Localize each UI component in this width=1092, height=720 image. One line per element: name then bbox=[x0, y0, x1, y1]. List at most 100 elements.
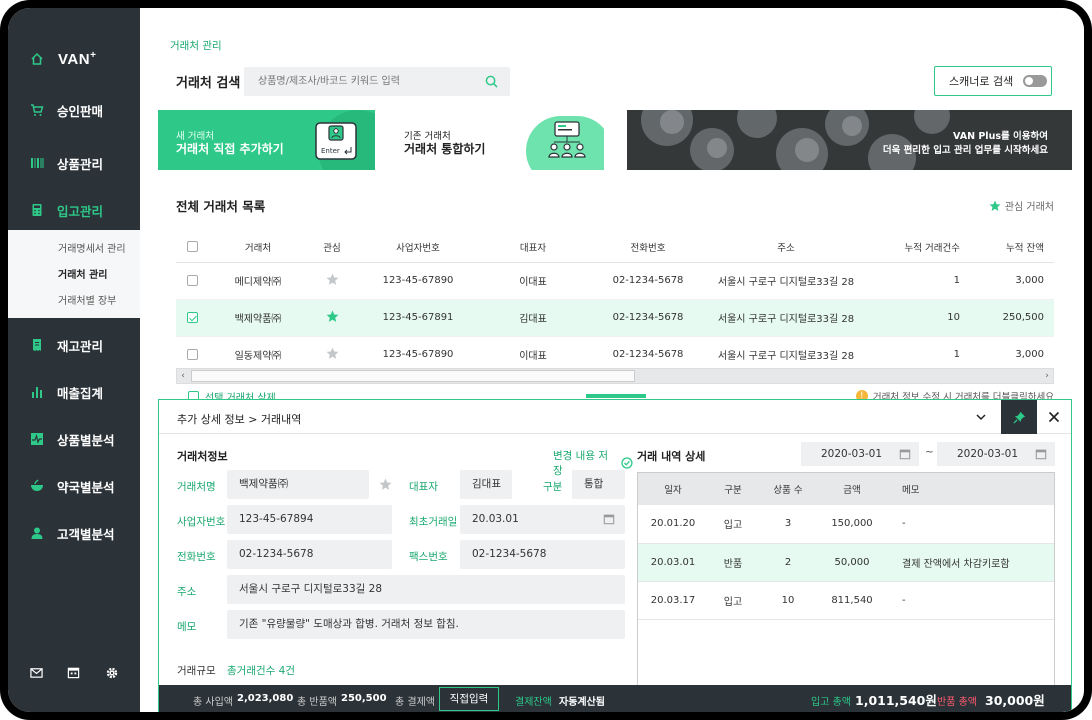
nav-receiving[interactable]: 입고관리 bbox=[8, 198, 140, 222]
horizontal-scrollbar[interactable]: ‹ › bbox=[176, 368, 1054, 384]
col-header[interactable]: 전화번호 bbox=[586, 232, 710, 263]
row-check-cell bbox=[176, 262, 208, 300]
history-type: 입고 bbox=[708, 505, 758, 544]
row-checkbox[interactable] bbox=[186, 274, 198, 286]
scrollbar-thumb[interactable] bbox=[191, 370, 635, 382]
direct-input-button[interactable]: 직접입력 bbox=[439, 687, 499, 711]
calendar-icon[interactable] bbox=[899, 448, 911, 460]
nav-products[interactable]: 상품관리 bbox=[8, 151, 140, 175]
nav-receiving-label: 입고관리 bbox=[57, 203, 104, 219]
biz-number-field[interactable]: 123-45-67894 bbox=[227, 505, 392, 534]
history-amount: 50,000 bbox=[818, 543, 886, 582]
search-icon[interactable] bbox=[485, 75, 498, 88]
subnav-item-statements[interactable]: 거래명세서 관리 bbox=[58, 240, 126, 255]
table-row[interactable]: 메디제약㈜ 123-45-67890 이대표 02-1234-5678 서울시 … bbox=[176, 262, 1054, 300]
history-table-wrap: 일자 구분 상품 수 금액 메모 20.01.20 입고 3 150,000 -… bbox=[637, 472, 1055, 692]
col-header[interactable]: 금액 bbox=[818, 473, 886, 505]
bowl-icon bbox=[30, 479, 44, 493]
nav-pharmacy-analysis[interactable]: 약국별분석 bbox=[8, 474, 140, 498]
fax-field[interactable]: 02-1234-5678 bbox=[460, 540, 625, 569]
merge-vendor-card[interactable]: 기존 거래처 거래처 통합하기 bbox=[386, 110, 604, 170]
col-header[interactable]: 메모 bbox=[886, 473, 1054, 505]
ceo-field[interactable]: 김대표 bbox=[460, 470, 512, 499]
col-header[interactable]: 누적 잔액 bbox=[970, 232, 1054, 263]
first-trade-field[interactable]: 20.03.01 bbox=[460, 505, 625, 534]
nav-sales[interactable]: 승인판매 bbox=[8, 98, 140, 122]
home-icon[interactable] bbox=[30, 52, 44, 66]
collapse-button[interactable] bbox=[963, 400, 999, 434]
table-row[interactable]: 20.03.17 입고 10 811,540 - bbox=[638, 581, 1054, 620]
enter-key-icon: Enter bbox=[315, 122, 357, 160]
trade-count: 1 bbox=[862, 262, 970, 300]
memo-label: 메모 bbox=[177, 621, 197, 633]
col-header[interactable]: 일자 bbox=[638, 473, 708, 505]
history-date: 20.01.20 bbox=[638, 505, 708, 544]
banner-line-1: VAN Plus를 이용하여 bbox=[953, 131, 1048, 142]
close-button[interactable] bbox=[1036, 400, 1072, 434]
nav-inventory-label: 재고관리 bbox=[57, 338, 104, 354]
vendor-table-header: 거래처 관심 사업자번호 대표자 전화번호 주소 누적 거래건수 누적 잔액 bbox=[176, 232, 1054, 263]
gear-icon[interactable] bbox=[105, 666, 119, 680]
vendor-name-field[interactable]: 백제약품㈜ bbox=[227, 470, 369, 499]
table-row[interactable]: 20.03.01 반품 2 50,000 결제 잔액에서 차감키로함 bbox=[638, 543, 1054, 582]
address-label: 주소 bbox=[177, 586, 197, 598]
star-icon[interactable] bbox=[379, 478, 392, 491]
col-header[interactable]: 거래처 bbox=[208, 232, 308, 263]
scanner-toggle[interactable] bbox=[1023, 75, 1048, 87]
star-icon[interactable] bbox=[326, 347, 339, 360]
nav-customer-analysis[interactable]: 고객별분석 bbox=[8, 521, 140, 545]
total-buy-label: 총 사입액 bbox=[193, 697, 233, 708]
col-header[interactable]: 사업자번호 bbox=[356, 232, 480, 263]
scanner-search-button[interactable]: 스캐너로 검색 bbox=[934, 66, 1052, 96]
panel-resize-handle[interactable] bbox=[586, 394, 646, 398]
col-header[interactable]: 상품 수 bbox=[758, 473, 818, 505]
add-vendor-card[interactable]: 새 거래처 거래처 직접 추가하기 Enter bbox=[158, 110, 375, 170]
date-from-field[interactable]: 2020-03-01 bbox=[801, 442, 919, 466]
promo-banner[interactable]: VAN Plus를 이용하여 더욱 편리한 입고 관리 업무를 시작하세요 bbox=[627, 110, 1072, 170]
scroll-left-icon[interactable]: ‹ bbox=[177, 370, 189, 382]
phone: 02-1234-5678 bbox=[586, 299, 710, 337]
history-qty: 2 bbox=[758, 543, 818, 582]
star-icon[interactable] bbox=[326, 273, 339, 286]
col-header[interactable]: 주소 bbox=[710, 232, 862, 263]
select-all-checkbox[interactable] bbox=[186, 241, 198, 253]
search-box[interactable] bbox=[244, 67, 510, 96]
address-field[interactable]: 서울시 구로구 디지털로33길 28 bbox=[227, 575, 625, 604]
table-row[interactable]: 20.01.20 입고 3 150,000 - bbox=[638, 505, 1054, 544]
subnav-item-ledger[interactable]: 거래처별 장부 bbox=[58, 292, 116, 307]
calendar-icon[interactable] bbox=[603, 513, 615, 525]
main-content: 거래처 관리 거래처 검색 스캐너로 검색 새 거래처 거래처 직접 추가하기 … bbox=[140, 8, 1084, 712]
history-title: 거래 내역 상세 bbox=[637, 450, 706, 463]
logo-row[interactable]: VAN+ bbox=[8, 46, 140, 72]
barcode-icon bbox=[30, 156, 44, 170]
subnav-item-vendors[interactable]: 거래처 관리 bbox=[58, 266, 107, 281]
row-check-cell bbox=[176, 299, 208, 337]
date-to-field[interactable]: 2020-03-01 bbox=[937, 442, 1055, 466]
calendar-icon[interactable] bbox=[1035, 448, 1047, 460]
history-table: 일자 구분 상품 수 금액 메모 20.01.20 입고 3 150,000 -… bbox=[638, 473, 1054, 620]
calendar-icon[interactable] bbox=[67, 666, 81, 680]
col-header[interactable]: 대표자 bbox=[480, 232, 586, 263]
col-header[interactable]: 누적 거래건수 bbox=[862, 232, 970, 263]
nav-product-analysis[interactable]: 상품별분석 bbox=[8, 427, 140, 451]
nav-sales-summary[interactable]: 매출집계 bbox=[8, 380, 140, 404]
row-checkbox[interactable] bbox=[186, 348, 198, 360]
nav-inventory[interactable]: 재고관리 bbox=[8, 333, 140, 357]
col-header[interactable]: 구분 bbox=[708, 473, 758, 505]
phone-field[interactable]: 02-1234-5678 bbox=[227, 540, 392, 569]
total-return-label: 총 반품액 bbox=[297, 697, 337, 708]
scroll-right-icon[interactable]: › bbox=[1041, 370, 1053, 382]
table-row[interactable]: 백제약품㈜ 123-45-67891 김대표 02-1234-5678 서울시 … bbox=[176, 299, 1054, 337]
memo-field[interactable]: 기존 "유량물량" 도매상과 합병. 거래처 정보 합침. bbox=[227, 610, 625, 639]
type-field[interactable]: 통합 bbox=[572, 470, 625, 499]
search-title: 거래처 검색 bbox=[176, 76, 241, 91]
detail-header-title: 추가 상세 정보 > 거래내역 bbox=[177, 413, 302, 426]
vendor-info-section: 거래처정보 변경 내용 저장 거래처명 백제약품㈜ 대표자 김대표 구분 통합 … bbox=[159, 434, 633, 712]
col-header[interactable]: 관심 bbox=[308, 232, 356, 263]
star-icon[interactable] bbox=[326, 310, 339, 323]
pin-button[interactable] bbox=[1001, 400, 1037, 434]
mail-icon[interactable] bbox=[30, 666, 44, 680]
row-checkbox[interactable] bbox=[186, 311, 198, 323]
search-input[interactable] bbox=[244, 67, 474, 96]
cart-icon bbox=[30, 103, 44, 117]
